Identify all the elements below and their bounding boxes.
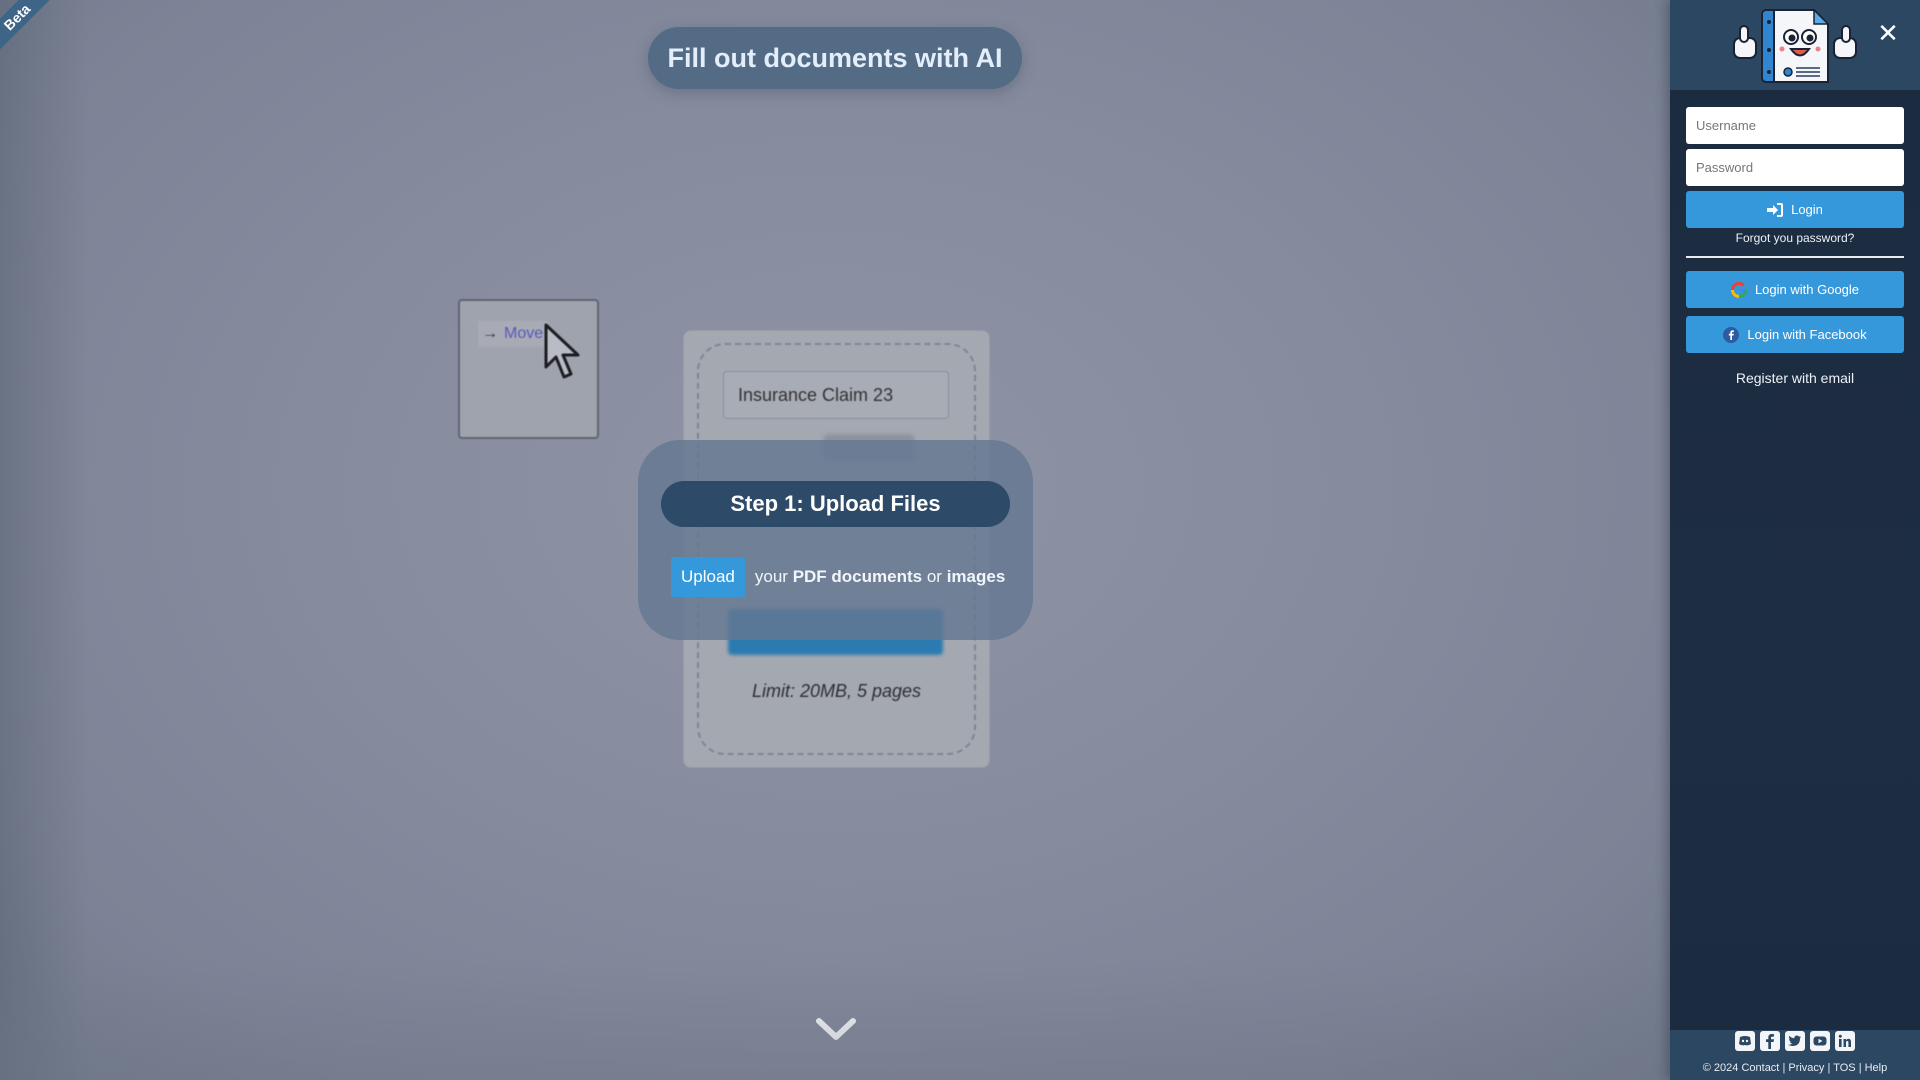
help-link[interactable]: Help xyxy=(1865,1062,1888,1074)
demo-document-name: Insurance Claim 23 xyxy=(723,371,949,419)
step-panel: Step 1: Upload Files Upload your PDF doc… xyxy=(638,440,1033,640)
demo-menu-item-label: Move xyxy=(504,325,544,342)
facebook-icon xyxy=(1723,326,1740,343)
arrow-right-icon: → xyxy=(482,325,498,342)
forgot-password-link[interactable]: Forgot you password? xyxy=(1670,231,1920,245)
close-icon[interactable]: ✕ xyxy=(1873,18,1903,48)
step-text-pdf: PDF documents xyxy=(792,567,923,586)
login-google-button[interactable]: Login with Google xyxy=(1686,271,1904,308)
footer-links: © 2024 Contact | Privacy | TOS | Help xyxy=(1670,1062,1920,1074)
register-email-link[interactable]: Register with email xyxy=(1670,370,1920,386)
footer-separator: | xyxy=(1782,1062,1786,1074)
login-sidebar: ✕ Login Forgot you password? Login with … xyxy=(1670,0,1920,1080)
mascot-logo xyxy=(1733,8,1857,83)
privacy-link[interactable]: Privacy xyxy=(1788,1062,1824,1074)
youtube-icon[interactable] xyxy=(1810,1031,1830,1051)
login-facebook-label: Login with Facebook xyxy=(1747,327,1867,342)
copyright-text: © 2024 xyxy=(1702,1062,1739,1074)
step-text-prefix: your xyxy=(754,567,788,586)
login-button[interactable]: Login xyxy=(1686,191,1904,228)
demo-limit-text: Limit: 20MB, 5 pages xyxy=(751,681,922,701)
step-text-images: images xyxy=(946,567,1006,586)
login-facebook-button[interactable]: Login with Facebook xyxy=(1686,316,1904,353)
contact-link[interactable]: Contact xyxy=(1741,1062,1779,1074)
upload-button[interactable]: Upload xyxy=(671,557,745,597)
chevron-down-icon[interactable] xyxy=(814,1015,858,1045)
cursor-icon xyxy=(544,323,580,379)
facebook-icon[interactable] xyxy=(1760,1031,1780,1051)
page-title: Fill out documents with AI xyxy=(648,27,1022,89)
login-button-label: Login xyxy=(1791,202,1823,217)
main-area: Beta Fill out documents with AI → Move I… xyxy=(0,0,1670,1080)
discord-icon[interactable] xyxy=(1735,1031,1755,1051)
login-google-label: Login with Google xyxy=(1754,282,1860,297)
sign-in-icon xyxy=(1767,202,1784,217)
divider xyxy=(1686,256,1904,258)
linkedin-icon[interactable] xyxy=(1835,1031,1855,1051)
footer-separator: | xyxy=(1827,1062,1831,1074)
footer-separator: | xyxy=(1858,1062,1862,1074)
username-input[interactable] xyxy=(1686,107,1904,144)
sidebar-header: ✕ xyxy=(1670,0,1920,90)
social-links xyxy=(1670,1031,1920,1051)
demo-context-menu: → Move xyxy=(458,299,599,439)
tos-link[interactable]: TOS xyxy=(1833,1062,1855,1074)
password-input[interactable] xyxy=(1686,149,1904,186)
step-text-or: or xyxy=(926,567,942,586)
step-instruction: Upload your PDF documents or images xyxy=(671,557,1005,597)
demo-menu-item: → Move xyxy=(478,321,548,347)
google-icon xyxy=(1730,281,1747,298)
beta-ribbon: Beta xyxy=(0,0,57,57)
step-text: your PDF documents or images xyxy=(755,567,1005,587)
twitter-icon[interactable] xyxy=(1785,1031,1805,1051)
step-title: Step 1: Upload Files xyxy=(661,481,1010,527)
